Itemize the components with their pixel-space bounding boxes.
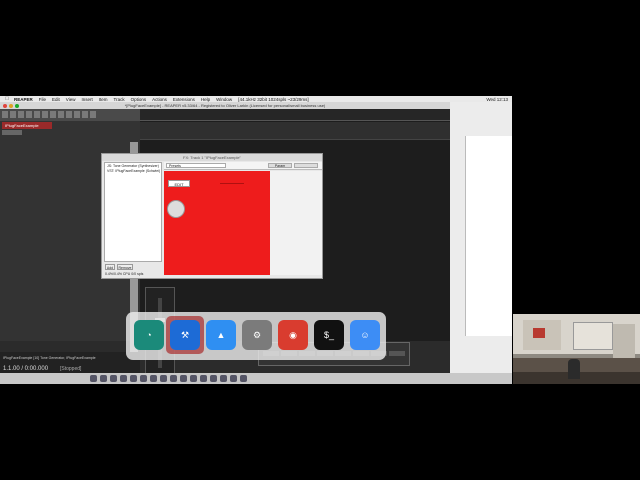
menu-insert[interactable]: Insert (81, 97, 92, 102)
menu-window[interactable]: Window (216, 97, 232, 102)
fx-window-title: FX: Track 1 "IPlugFaceExample" (102, 154, 322, 161)
toolbar-icon[interactable] (10, 111, 16, 118)
fx-chain-list: JS: Tone Generator (Synthesizer) VST: IP… (104, 162, 162, 262)
menu-help[interactable]: Help (201, 97, 210, 102)
toolbar-icon[interactable] (50, 111, 56, 118)
position-readout: 1.1.00 / 0:00.000 (3, 366, 49, 372)
dock-app-icon[interactable] (130, 375, 137, 382)
dock-app-icon[interactable] (230, 375, 237, 382)
dock-app-icon[interactable] (90, 375, 97, 382)
dock-app-icon[interactable] (160, 375, 167, 382)
xcode-icon[interactable]: ⚒ (170, 320, 200, 350)
menu-edit[interactable]: Edit (52, 97, 60, 102)
clock[interactable]: Wed 12:13 (486, 97, 508, 102)
zoom-icon[interactable] (15, 103, 19, 108)
terminal-icon[interactable]: $_ (314, 320, 344, 350)
close-icon[interactable] (3, 103, 7, 108)
reaper-icon[interactable]: ◔ (134, 320, 164, 350)
fx-item-tone-generator[interactable]: JS: Tone Generator (Synthesizer) (107, 164, 159, 168)
taskbar (0, 373, 512, 384)
dock-app-icon[interactable] (190, 375, 197, 382)
app-switcher: ◔ ⚒ ▲ ⚙ ◉ $_ ☺ (126, 312, 386, 360)
side-panel-content (465, 136, 512, 336)
toolbar-icon[interactable] (26, 111, 32, 118)
plugin-line (220, 183, 244, 184)
dock-app-icon[interactable] (200, 375, 207, 382)
toolbar-icon[interactable] (82, 111, 88, 118)
webcam-door (613, 324, 635, 358)
minimize-icon[interactable] (9, 103, 13, 108)
dock-app-icon[interactable] (140, 375, 147, 382)
menu-track[interactable]: Track (114, 97, 125, 102)
play-state: [Stopped] (60, 366, 82, 372)
toolbar-icon[interactable] (42, 111, 48, 118)
dock-app-icon[interactable] (180, 375, 187, 382)
chrome-icon[interactable]: ◉ (278, 320, 308, 350)
track-lane[interactable] (140, 122, 450, 140)
reaper-toolbar (0, 109, 140, 121)
dock-app-icon[interactable] (150, 375, 157, 382)
finder-icon[interactable]: ☺ (350, 320, 380, 350)
toolbar-icon[interactable] (18, 111, 24, 118)
menu-options[interactable]: Options (131, 97, 147, 102)
track-name[interactable]: IPlugFaceExample (2, 122, 52, 129)
plugin-gui-margin (270, 171, 322, 275)
webcam-board (573, 322, 613, 350)
add-fx-button[interactable]: Add (105, 264, 115, 270)
transport-button[interactable] (389, 351, 405, 356)
toolbar-icon[interactable] (58, 111, 64, 118)
webcam-person (568, 359, 580, 379)
webcam-feed (513, 314, 640, 384)
fx-item-iplugface[interactable]: VST: IPlugFaceExample (Schwiei) (107, 169, 160, 173)
cpu-usage: 0.4%/0.4% CPU 0/0 spls (105, 272, 144, 276)
edit-button[interactable]: EDIT (168, 180, 190, 187)
dock-app-icon[interactable] (170, 375, 177, 382)
dock-app-icon[interactable] (100, 375, 107, 382)
track-buttons[interactable] (2, 130, 22, 135)
preset-dropdown[interactable]: Presets (166, 163, 226, 168)
fx-option-button[interactable] (294, 163, 318, 168)
param-button[interactable]: Param (268, 163, 292, 168)
menu-view[interactable]: View (66, 97, 76, 102)
remove-fx-button[interactable]: Remove (117, 264, 133, 270)
plugin-knob[interactable] (167, 200, 185, 218)
toolbar-icon[interactable] (90, 111, 96, 118)
timeline-ruler[interactable] (140, 109, 450, 121)
dock-app-icon[interactable] (220, 375, 227, 382)
window-title: *[PlugFaceExample] - REAPER v5.33/64 - R… (0, 102, 450, 109)
dock-app-icon[interactable] (110, 375, 117, 382)
fx-window: FX: Track 1 "IPlugFaceExample" JS: Tone … (101, 153, 323, 279)
dock-app-icon[interactable] (240, 375, 247, 382)
menu-extensions[interactable]: Extensions (173, 97, 195, 102)
webcam-projection-red (533, 328, 545, 338)
menu-app-reaper[interactable]: REAPER (14, 97, 33, 102)
menu-item[interactable]: Item (99, 97, 108, 102)
desktop-screen: REAPER File Edit View Insert Item Track … (0, 96, 512, 384)
track-fx-label: IPlugFaceExample [10] Tone Generator, IP… (3, 356, 96, 360)
menu-actions[interactable]: Actions (152, 97, 167, 102)
dock-app-icon[interactable] (120, 375, 127, 382)
audio-status: [44.1kHz 32bit 1024spls ~23/29ms] (238, 96, 309, 102)
menu-file[interactable]: File (39, 97, 46, 102)
toolbar-icon[interactable] (34, 111, 40, 118)
fx-toolbar: Presets Param (164, 162, 322, 170)
gear-icon[interactable]: ⚙ (242, 320, 272, 350)
dock-app-icon[interactable] (210, 375, 217, 382)
toolbar-icon[interactable] (66, 111, 72, 118)
toolbar-icon[interactable] (74, 111, 80, 118)
toolbar-icon[interactable] (2, 111, 8, 118)
fx-chain-buttons: Add Remove 0.4%/0.4% CPU 0/0 spls (104, 264, 162, 278)
keynote-icon[interactable]: ▲ (206, 320, 236, 350)
